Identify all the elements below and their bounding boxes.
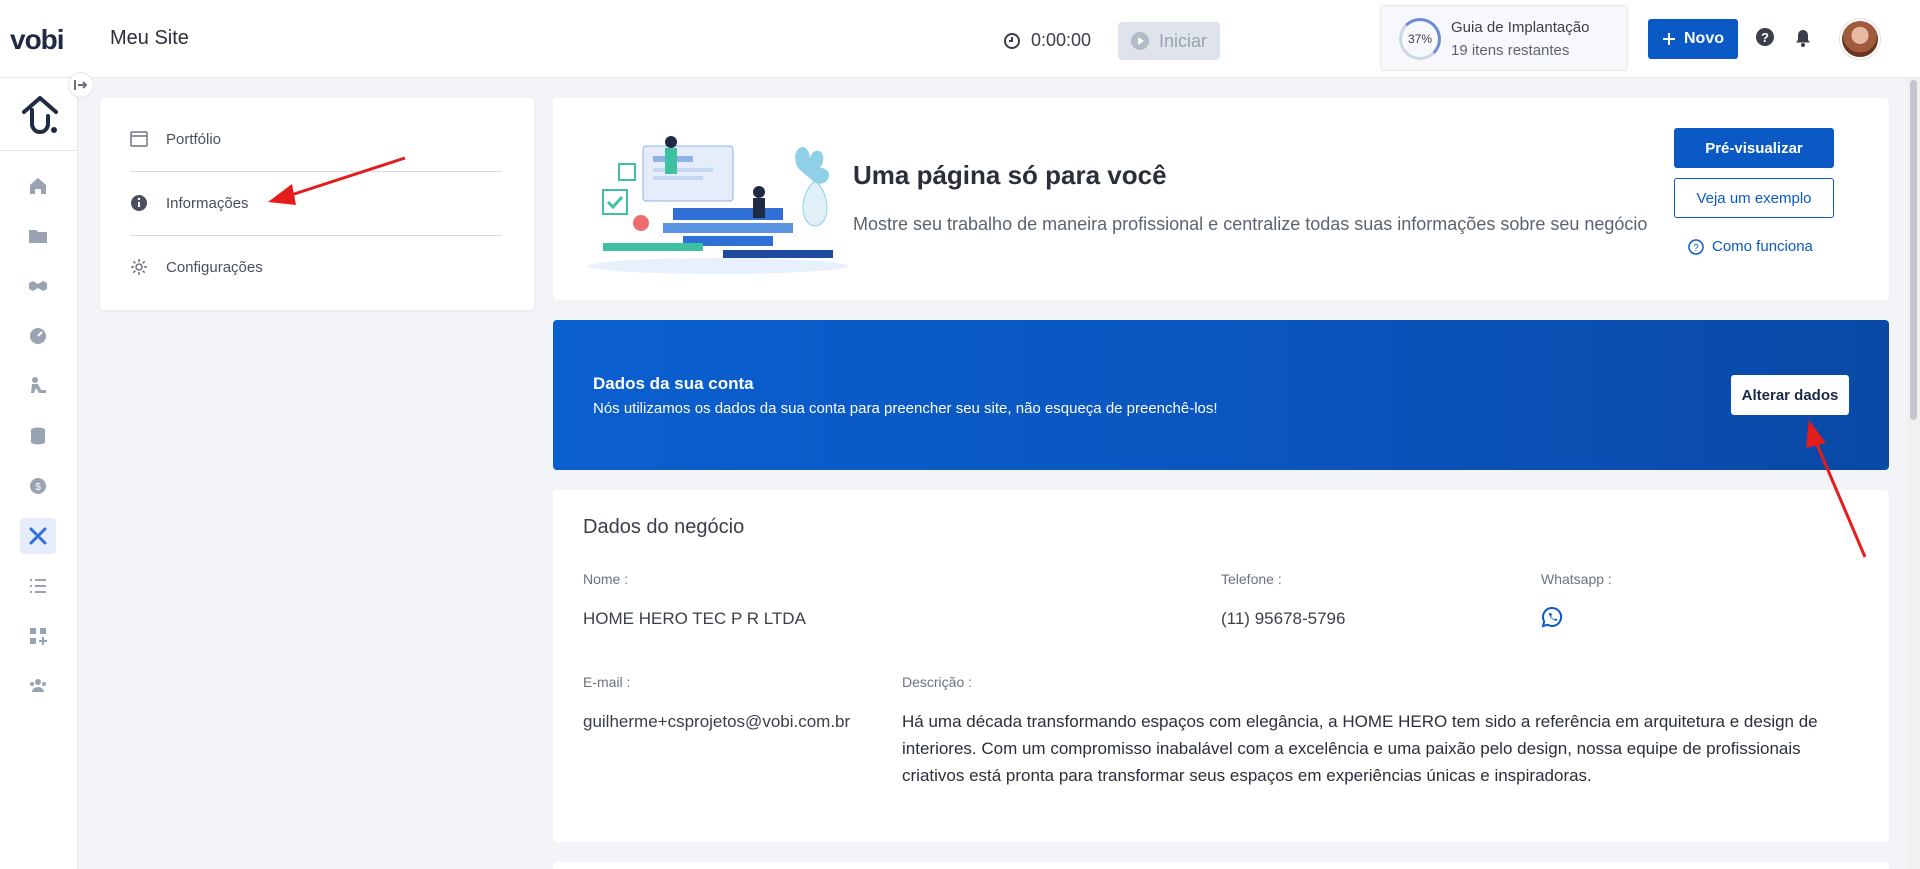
page-title: Meu Site — [110, 27, 189, 49]
plus-icon — [1663, 33, 1675, 45]
vobi-logo[interactable]: vobi — [10, 24, 65, 56]
sidebar-toggle-button[interactable] — [68, 72, 94, 98]
expand-arrow-icon — [74, 80, 88, 90]
name-label: Nome : — [583, 571, 629, 587]
see-example-button[interactable]: Veja um exemplo — [1674, 178, 1834, 218]
nav-worker-icon[interactable] — [20, 368, 56, 404]
menu-divider — [130, 235, 502, 236]
help-icon[interactable]: ? — [1756, 28, 1774, 46]
menu-item-label: Portfólio — [166, 130, 222, 148]
menu-item-portfolio[interactable]: Portfólio — [130, 109, 502, 169]
tools-icon — [29, 527, 47, 545]
email-value: guilherme+csprojetos@vobi.com.br — [583, 712, 851, 731]
guide-progress-ring: 37% — [1399, 18, 1441, 60]
whatsapp-label: Whatsapp : — [1541, 571, 1612, 587]
phone-label: Telefone : — [1221, 571, 1282, 587]
grid-plus-icon — [30, 628, 47, 645]
clock-icon — [1004, 32, 1020, 49]
start-timer-label: Iniciar — [1158, 30, 1207, 51]
whatsapp-icon[interactable] — [1541, 606, 1563, 628]
nav-finance-icon[interactable]: $ — [20, 468, 56, 504]
bell-icon[interactable] — [1794, 28, 1812, 48]
nav-database-icon[interactable] — [20, 418, 56, 454]
users-icon — [30, 679, 46, 692]
nav-projects-icon[interactable] — [20, 218, 56, 254]
top-bar: vobi Meu Site 0:00:00 Iniciar 37% Guia d… — [0, 0, 1920, 78]
guide-subtitle: 19 itens restantes — [1451, 42, 1570, 59]
menu-item-configuracoes[interactable]: Configurações — [130, 237, 502, 297]
banner-title: Dados da sua conta — [593, 374, 754, 393]
nav-team-icon[interactable] — [20, 668, 56, 704]
preview-button[interactable]: Pré-visualizar — [1674, 128, 1834, 168]
timer-value: 0:00:00 — [1031, 30, 1092, 50]
page-scrollbar[interactable] — [1907, 78, 1920, 869]
presentation-illustration — [588, 136, 848, 274]
guide-title: Guia de Implantação — [1451, 19, 1590, 36]
menu-item-label: Configurações — [166, 258, 263, 276]
folder-icon — [29, 230, 47, 243]
menu-item-informacoes[interactable]: Informações — [130, 173, 502, 233]
how-it-works-link[interactable]: ? Como funciona — [1688, 238, 1813, 255]
nav-apps-icon[interactable] — [20, 618, 56, 654]
implementation-guide[interactable]: 37% Guia de Implantação 19 itens restant… — [1380, 5, 1628, 71]
phone-value: (11) 95678-5796 — [1221, 609, 1346, 628]
nav-handshake-icon[interactable] — [20, 268, 56, 304]
hero-title: Uma página só para você — [853, 160, 1167, 190]
guide-percent: 37% — [1407, 32, 1433, 46]
hero-card: Uma página só para você Mostre seu traba… — [553, 98, 1889, 300]
new-button[interactable]: Novo — [1648, 19, 1738, 59]
start-timer-button[interactable]: Iniciar — [1118, 22, 1220, 60]
banner-description: Nós utilizamos os dados da sua conta par… — [593, 400, 1218, 417]
new-button-label: Novo — [1684, 30, 1724, 47]
gauge-icon — [30, 328, 46, 344]
email-label: E-mail : — [583, 674, 631, 690]
scrollbar-thumb[interactable] — [1910, 80, 1917, 420]
change-data-button[interactable]: Alterar dados — [1731, 375, 1849, 415]
info-circle-icon — [130, 194, 148, 212]
worker-icon — [31, 377, 46, 393]
name-value: HOME HERO TEC P R LTDA — [583, 609, 806, 628]
site-menu-card: Portfólio Informações Configurações — [100, 98, 534, 310]
hero-description: Mostre seu trabalho de maneira profissio… — [853, 214, 1648, 234]
nav-site-tools-icon[interactable] — [20, 518, 56, 554]
description-value: Há uma década transformando espaços com … — [902, 712, 1818, 785]
vobi-brand-icon[interactable] — [18, 92, 62, 136]
dollar-circle-icon: $ — [30, 478, 46, 494]
menu-item-label: Informações — [166, 194, 249, 212]
question-circle-icon: ? — [1688, 238, 1704, 255]
menu-divider — [130, 171, 502, 172]
nav-list-icon[interactable] — [20, 568, 56, 604]
nav-home-icon[interactable] — [20, 168, 56, 204]
play-icon — [1130, 32, 1149, 50]
browser-window-icon — [130, 130, 148, 148]
business-title: Dados do negócio — [583, 516, 745, 538]
timer: 0:00:00 — [1003, 30, 1091, 51]
how-it-works-label: Como funciona — [1712, 238, 1813, 255]
user-avatar[interactable] — [1840, 19, 1880, 59]
sidebar: $ — [0, 78, 78, 869]
business-data-card: Dados do negócio Nome : HOME HERO TEC P … — [553, 490, 1889, 842]
next-card — [553, 862, 1889, 869]
account-data-banner: Dados da sua conta Nós utilizamos os dad… — [553, 320, 1889, 470]
list-icon — [30, 579, 46, 593]
home-icon — [30, 178, 46, 194]
nav-dashboard-icon[interactable] — [20, 318, 56, 354]
coins-stack-icon — [31, 427, 45, 445]
handshake-icon — [29, 281, 47, 291]
svg-text:?: ? — [1693, 243, 1699, 254]
svg-text:$: $ — [35, 482, 41, 493]
description-label: Descrição : — [902, 674, 973, 690]
sidebar-divider — [0, 150, 78, 151]
gear-icon — [130, 258, 148, 276]
